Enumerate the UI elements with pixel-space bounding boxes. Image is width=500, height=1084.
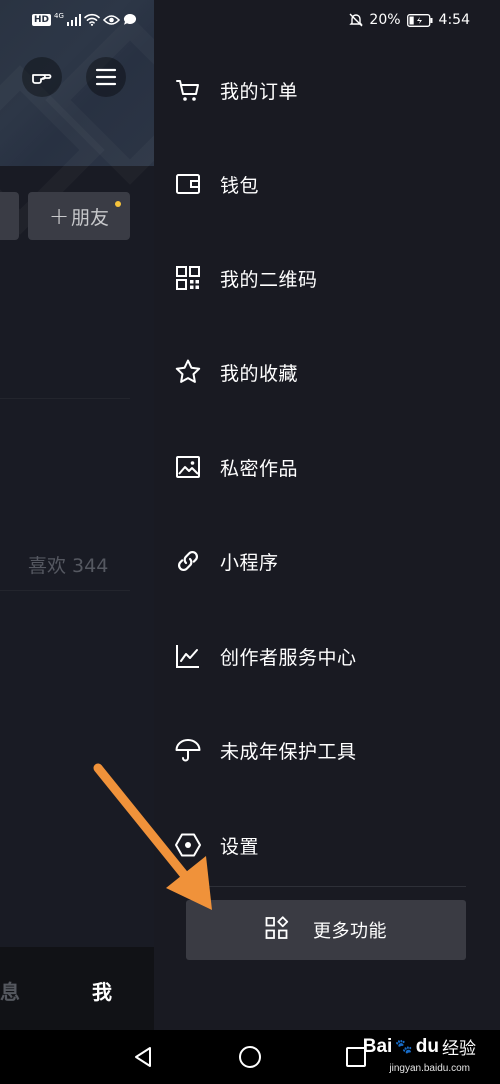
settings-hexagon-icon [174,831,202,859]
back-button[interactable] [126,1040,160,1074]
drawer-item-wallet[interactable]: 钱包 [154,137,500,231]
drawer-item-label: 小程序 [220,551,279,574]
edit-profile-button[interactable] [0,192,19,240]
pointing-hand-button[interactable] [22,57,62,97]
tab-messages[interactable]: 息 [0,976,20,1005]
image-icon [174,453,202,481]
profile-page-background: + 朋友 喜欢 344 息 我 [0,0,154,1030]
plus-icon: + [48,202,70,230]
drawer-item-label: 设置 [220,835,260,858]
drawer-item-label: 钱包 [220,174,260,197]
back-triangle-icon [135,1047,151,1067]
qr-code-icon [174,264,202,292]
tab-me[interactable]: 我 [92,976,112,1005]
drawer-item-creator-center[interactable]: 创作者服务中心 [154,609,500,703]
watermark-product: 经验 [442,1039,476,1059]
pointing-hand-icon [32,74,52,84]
battery-percent: 20% [369,12,401,28]
add-friend-button[interactable]: + 朋友 [28,192,130,240]
side-drawer: 我的订单 钱包 我的二维码 我的收藏 私密作品 小程序 创作者服务中心 未成年保… [154,0,500,1030]
status-right-indicators: 20% 4:54 [349,12,470,28]
drawer-item-minor-protection[interactable]: 未成年保护工具 [154,703,500,797]
watermark-brand-suffix: du [415,1035,439,1057]
status-left-indicators: HD 4G [32,11,137,26]
hd-badge: HD [32,13,52,26]
drawer-item-settings[interactable]: 设置 [154,798,500,892]
drawer-item-label: 创作者服务中心 [220,646,357,669]
umbrella-icon [174,736,202,764]
watermark-brand: Bai [362,1035,393,1057]
link-icon [174,547,202,575]
hamburger-icon [95,68,117,86]
drawer-item-mini-programs[interactable]: 小程序 [154,514,500,608]
eye-icon [102,14,120,25]
drawer-divider [186,886,466,887]
drawer-item-label: 我的收藏 [220,362,299,385]
network-type: 4G [54,11,64,20]
chat-bubble-icon [123,13,136,25]
signal-icon [66,13,81,26]
grid-apps-icon [265,916,289,944]
bottom-tab-bar [0,947,154,1030]
drawer-item-favorites[interactable]: 我的收藏 [154,325,500,419]
status-bar: HD 4G 20% 4:54 [0,0,500,42]
drawer-item-label: 我的订单 [220,80,299,103]
home-circle-icon [239,1046,261,1068]
battery-icon [406,13,433,27]
mute-bell-icon [349,13,364,27]
paw-icon: 🐾 [395,1038,413,1055]
drawer-item-private-works[interactable]: 私密作品 [154,420,500,514]
drawer-item-label: 私密作品 [220,457,299,480]
new-notification-dot [115,201,121,207]
star-icon [174,358,202,386]
baidu-watermark: Bai 🐾 du 经验 [362,1034,476,1060]
wifi-icon [84,13,100,26]
home-button[interactable] [233,1040,267,1074]
divider [0,590,130,591]
divider [0,398,130,399]
drawer-item-label: 未成年保护工具 [220,740,357,763]
drawer-item-label: 我的二维码 [220,268,318,291]
watermark-url: jingyan.baidu.com [389,1063,470,1074]
cart-icon [174,76,202,104]
add-friend-label: 朋友 [71,206,110,229]
likes-tab[interactable]: 喜欢 344 [28,551,108,578]
more-features-label: 更多功能 [313,921,387,942]
drawer-item-qr-code[interactable]: 我的二维码 [154,231,500,325]
chart-icon [174,642,202,670]
more-features-button[interactable]: 更多功能 [186,900,466,960]
drawer-item-orders[interactable]: 我的订单 [154,43,500,137]
wallet-icon [174,170,202,198]
clock-time: 4:54 [438,12,470,28]
menu-button[interactable] [86,57,126,97]
